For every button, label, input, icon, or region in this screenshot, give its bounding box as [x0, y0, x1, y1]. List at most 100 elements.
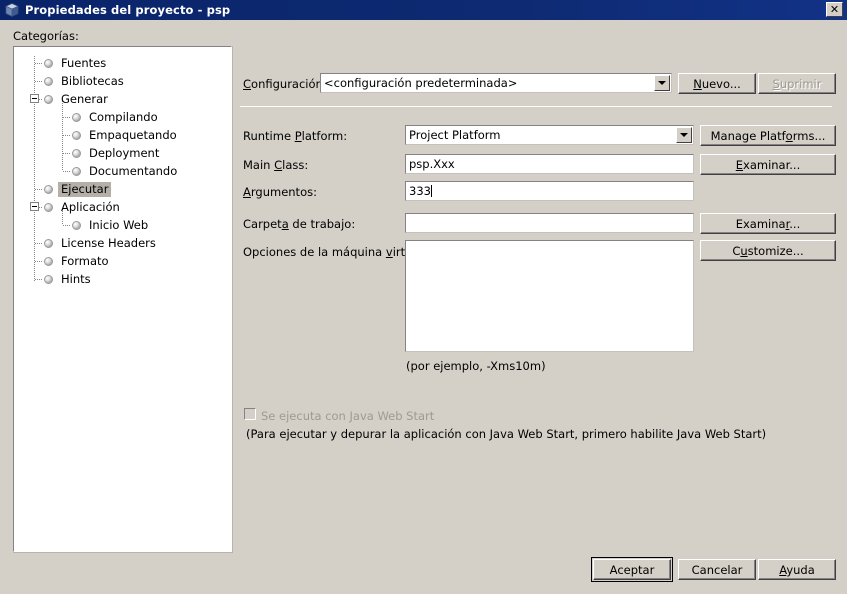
manage-platforms-label: Manage Platforms...: [710, 128, 826, 143]
tree-connector-line: [35, 81, 43, 82]
configuration-combo[interactable]: <configuración predeterminada>: [320, 73, 672, 93]
runtime-platform-label: Runtime Platform:: [243, 129, 348, 143]
project-properties-dialog: Propiedades del proyecto - psp ✕ Categor…: [0, 0, 847, 594]
tree-item-license-headers[interactable]: License Headers: [44, 234, 159, 252]
configuration-label: Configuración:: [243, 77, 327, 91]
ok-button[interactable]: Aceptar: [591, 557, 673, 582]
tree-item-label: Compilando: [89, 109, 158, 124]
web-start-note: (Para ejecutar y depurar la aplicación c…: [246, 427, 767, 441]
help-button[interactable]: Ayuda: [758, 559, 836, 580]
tree-item-empaquetando[interactable]: Empaquetando: [72, 126, 180, 144]
working-dir-input[interactable]: [405, 213, 694, 233]
tree-node-bullet-icon: [72, 148, 81, 158]
tree-item-label: Empaquetando: [89, 127, 177, 142]
tree-connector-line: [35, 63, 43, 64]
section-separator: [240, 106, 832, 107]
tree-node-bullet-icon: [44, 94, 53, 104]
customize-vm-options-button[interactable]: Customize...: [700, 240, 836, 261]
tree-connector-line: [35, 189, 43, 190]
configuration-value: <configuración predeterminada>: [324, 76, 518, 90]
main-class-input[interactable]: psp.Xxx: [405, 154, 694, 174]
new-configuration-label: Nuevo...: [693, 76, 741, 91]
text-caret: [430, 185, 432, 197]
new-configuration-button[interactable]: Nuevo...: [678, 73, 756, 94]
tree-item-bibliotecas[interactable]: Bibliotecas: [44, 72, 127, 90]
cancel-button-label: Cancelar: [691, 562, 743, 577]
tree-item-label: Formato: [61, 253, 109, 268]
close-glyph: ✕: [829, 2, 840, 16]
web-start-checkbox-label: Se ejecuta con Java Web Start: [261, 409, 435, 423]
tree-item-aplicación[interactable]: Aplicación: [44, 198, 123, 216]
delete-configuration-label: Suprimir: [772, 76, 822, 91]
tree-item-label: Documentando: [89, 163, 178, 178]
tree-expander-minus-icon[interactable]: [30, 202, 39, 211]
categories-tree[interactable]: Fuentes Bibliotecas Generar Compilando Empaq…: [13, 46, 232, 552]
manage-platforms-button[interactable]: Manage Platforms...: [700, 125, 836, 146]
tree-item-label: Bibliotecas: [61, 73, 124, 88]
browse-working-dir-button[interactable]: Examinar...: [700, 213, 836, 234]
runtime-platform-value: Project Platform: [409, 128, 501, 142]
delete-configuration-button[interactable]: Suprimir: [758, 73, 836, 94]
tree-node-bullet-icon: [72, 130, 81, 140]
tree-item-formato[interactable]: Formato: [44, 252, 112, 270]
tree-item-compilando[interactable]: Compilando: [72, 108, 161, 126]
tree-trunk-line: [34, 56, 35, 281]
main-class-value: psp.Xxx: [409, 157, 455, 171]
tree-node-bullet-icon: [44, 58, 53, 68]
tree-sub-trunk-line: [62, 101, 63, 171]
tree-node-bullet-icon: [72, 112, 81, 122]
tree-item-deployment[interactable]: Deployment: [72, 144, 162, 162]
tree-item-label: Fuentes: [61, 55, 107, 70]
tree-connector-line: [63, 171, 71, 172]
tree-connector-line: [35, 243, 43, 244]
tree-node-bullet-icon: [44, 238, 53, 248]
ok-button-label: Aceptar: [609, 562, 655, 577]
tree-connector-line: [63, 117, 71, 118]
tree-connector-line: [63, 225, 71, 226]
browse-main-class-label: Examinar...: [735, 157, 801, 172]
dialog-body: Categorías: Fuentes Bibliotecas Generar Com…: [0, 20, 847, 594]
tree-connector-line: [63, 153, 71, 154]
runtime-platform-combo[interactable]: Project Platform: [405, 125, 694, 145]
tree-item-documentando[interactable]: Documentando: [72, 162, 180, 180]
browse-main-class-button[interactable]: Examinar...: [700, 154, 836, 175]
tree-item-label: Deployment: [89, 145, 160, 160]
categories-label: Categorías:: [13, 29, 79, 43]
vm-options-textarea[interactable]: [405, 240, 694, 352]
tree-item-hints[interactable]: Hints: [44, 270, 94, 288]
title-bar[interactable]: Propiedades del proyecto - psp ✕: [0, 0, 847, 20]
customize-label: Customize...: [732, 243, 804, 258]
tree-item-label: Generar: [61, 91, 108, 106]
chevron-down-icon[interactable]: [676, 127, 692, 143]
tree-expander-minus-icon[interactable]: [30, 94, 39, 103]
tree-node-bullet-icon: [44, 202, 53, 212]
browse-working-dir-label: Examinar...: [735, 216, 801, 231]
vm-options-label: Opciones de la máquina virtual:: [243, 245, 427, 259]
tree-item-inicio-web[interactable]: Inicio Web: [72, 216, 151, 234]
tree-node-bullet-icon: [72, 166, 81, 176]
tree-connector-line: [35, 261, 43, 262]
tree-item-ejecutar[interactable]: Ejecutar: [44, 180, 112, 198]
chevron-down-icon[interactable]: [654, 75, 670, 91]
tree-node-bullet-icon: [44, 274, 53, 284]
arguments-input[interactable]: 333: [405, 181, 694, 201]
tree-node-bullet-icon: [44, 184, 53, 194]
tree-item-label: Ejecutar: [58, 181, 112, 197]
working-dir-label: Carpeta de trabajo:: [243, 217, 356, 231]
tree-item-label: License Headers: [61, 235, 156, 250]
tree-connector-line: [63, 135, 71, 136]
tree-node-bullet-icon: [44, 76, 53, 86]
arguments-value: 333: [409, 184, 431, 198]
web-start-checkbox[interactable]: [244, 408, 256, 420]
project-cube-icon: [4, 2, 20, 18]
arguments-label: Argumentos:: [243, 185, 317, 199]
vm-options-hint: (por ejemplo, -Xms10m): [406, 359, 546, 373]
tree-item-generar[interactable]: Generar: [44, 90, 111, 108]
close-icon[interactable]: ✕: [826, 2, 843, 17]
cancel-button[interactable]: Cancelar: [678, 559, 756, 580]
tree-item-label: Aplicación: [61, 199, 120, 214]
tree-node-bullet-icon: [72, 220, 81, 230]
main-class-label: Main Class:: [243, 158, 309, 172]
tree-connector-line: [35, 279, 43, 280]
tree-item-fuentes[interactable]: Fuentes: [44, 54, 109, 72]
